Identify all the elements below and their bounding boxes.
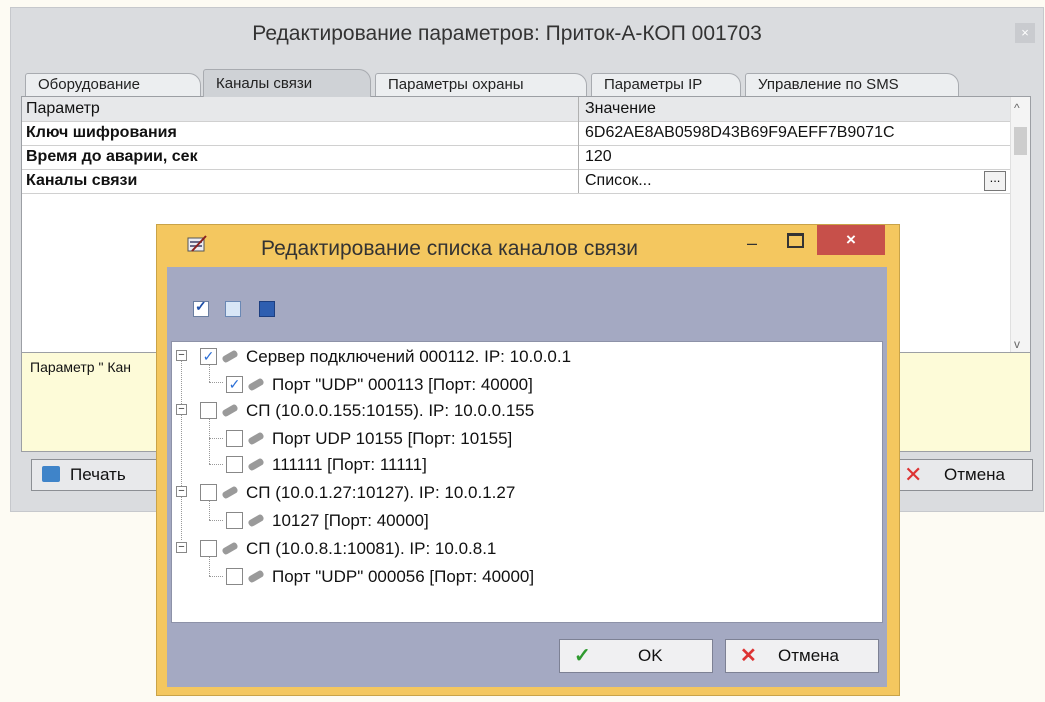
tree-node-port[interactable]: 111111 [Порт: 11111] (172, 452, 872, 478)
tree-node-label: Порт "UDP" 000056 [Порт: 40000] (272, 567, 535, 586)
channels-tree: − ✓ Сервер подключений 000112. IP: 10.0.… (171, 341, 883, 623)
grid-row-alarm-time[interactable]: Время до аварии, сек 120 (22, 145, 1012, 170)
node-checkbox[interactable]: ✓ (200, 348, 217, 365)
main-close-button[interactable]: × (1015, 23, 1035, 43)
tree-node-server[interactable]: − ✓ Сервер подключений 000112. IP: 10.0.… (172, 344, 872, 370)
minimize-icon[interactable]: – (747, 233, 757, 254)
grid-header-param: Параметр (26, 100, 100, 117)
tab-equipment[interactable]: Оборудование (25, 73, 201, 96)
node-checkbox[interactable] (226, 430, 243, 447)
grid-param-label: Каналы связи (26, 172, 138, 189)
tree-node-label: Сервер подключений 000112. IP: 10.0.0.1 (246, 347, 572, 366)
scroll-thumb[interactable] (1014, 127, 1027, 155)
node-checkbox[interactable] (226, 456, 243, 473)
description-text: Параметр " Кан (30, 359, 131, 375)
tab-sms-control[interactable]: Управление по SMS (745, 73, 959, 96)
collapse-icon[interactable]: − (176, 542, 187, 553)
tree-node-label: СП (10.0.0.155:10155). IP: 10.0.0.155 (246, 401, 535, 420)
dialog-cancel-label: Отмена (778, 646, 839, 665)
dialog-cancel-button[interactable]: ✕ Отмена (725, 639, 879, 673)
node-checkbox[interactable] (226, 568, 243, 585)
connection-icon (221, 541, 239, 556)
tab-security-params[interactable]: Параметры охраны (375, 73, 587, 96)
node-checkbox[interactable]: ✓ (226, 376, 243, 393)
grid-scrollbar[interactable]: ^ v (1010, 97, 1030, 355)
connection-icon (221, 403, 239, 418)
grid-value-text: Список... (585, 172, 652, 189)
main-titlebar: Редактирование параметров: Приток-А-КОП … (11, 8, 1043, 64)
maximize-icon[interactable] (787, 233, 804, 248)
channels-dialog: Редактирование списка каналов связи – × … (156, 224, 900, 696)
tree-node-server[interactable]: − СП (10.0.0.155:10155). IP: 10.0.0.155 (172, 398, 872, 424)
connection-icon (221, 349, 239, 364)
check-icon: ✓ (195, 298, 207, 314)
grid-header-value: Значение (578, 97, 1010, 121)
tab-ip-params[interactable]: Параметры IP (591, 73, 741, 96)
tree-view-icon[interactable] (225, 301, 241, 317)
grid-value[interactable]: Список... ... (578, 169, 1010, 193)
tree-node-label: Порт UDP 10155 [Порт: 10155] (272, 429, 513, 448)
list-view-icon[interactable] (259, 301, 275, 317)
grid-value[interactable]: 120 (578, 145, 1010, 169)
node-checkbox[interactable] (226, 512, 243, 529)
dialog-toolbar: ✓ (167, 267, 887, 339)
check-icon: ✓ (574, 645, 591, 667)
tree-node-label: Порт "UDP" 000113 [Порт: 40000] (272, 375, 533, 394)
node-checkbox[interactable] (200, 484, 217, 501)
scroll-down-icon[interactable]: v (1014, 337, 1020, 351)
dialog-body: ✓ − ✓ Сервер подключений 000112. IP: 10.… (167, 267, 887, 687)
collapse-icon[interactable]: − (176, 350, 187, 361)
connection-icon (247, 513, 265, 528)
tree-node-server[interactable]: − СП (10.0.1.27:10127). IP: 10.0.1.27 (172, 480, 872, 506)
ellipsis-button[interactable]: ... (984, 171, 1006, 191)
tree-node-port[interactable]: Порт "UDP" 000056 [Порт: 40000] (172, 564, 872, 590)
tree-node-label: 10127 [Порт: 40000] (272, 511, 429, 530)
connection-icon (247, 431, 265, 446)
main-window-title: Редактирование параметров: Приток-А-КОП … (252, 22, 762, 45)
grid-param-label: Время до аварии, сек (26, 148, 198, 165)
tab-channels[interactable]: Каналы связи (203, 69, 371, 97)
grid-value[interactable]: 6D62AE8AB0598D43B69F9AEFF7B9071C (578, 121, 1010, 145)
ok-button[interactable]: ✓ OK (559, 639, 713, 673)
grid-row-channels[interactable]: Каналы связи Список... ... (22, 169, 1012, 194)
connection-icon (247, 569, 265, 584)
connection-icon (247, 457, 265, 472)
tree-node-port[interactable]: Порт UDP 10155 [Порт: 10155] (172, 426, 872, 452)
collapse-icon[interactable]: − (176, 486, 187, 497)
connection-icon (221, 485, 239, 500)
grid-header: Параметр Значение (22, 97, 1012, 122)
select-all-icon[interactable]: ✓ (193, 298, 209, 317)
main-cancel-button[interactable]: ✕ Отмена (891, 459, 1033, 491)
scroll-up-icon[interactable]: ^ (1014, 101, 1020, 115)
dialog-close-button[interactable]: × (817, 225, 885, 255)
tree-node-label: 111111 [Порт: 11111] (272, 455, 427, 474)
tree-node-port[interactable]: ✓ Порт "UDP" 000113 [Порт: 40000] (172, 372, 872, 398)
cross-icon: ✕ (740, 645, 757, 667)
main-cancel-label: Отмена (944, 465, 1005, 484)
tab-bar: Оборудование Каналы связи Параметры охра… (25, 69, 1025, 97)
tree-node-port[interactable]: 10127 [Порт: 40000] (172, 508, 872, 534)
tree-node-server[interactable]: − СП (10.0.8.1:10081). IP: 10.0.8.1 (172, 536, 872, 562)
ok-button-label: OK (638, 646, 663, 665)
node-checkbox[interactable] (200, 540, 217, 557)
grid-row-encryption-key[interactable]: Ключ шифрования 6D62AE8AB0598D43B69F9AEF… (22, 121, 1012, 146)
grid-param-label: Ключ шифрования (26, 124, 177, 141)
dialog-title: Редактирование списка каналов связи (261, 237, 638, 260)
printer-icon (42, 466, 60, 482)
connection-icon (247, 377, 265, 392)
print-button-label: Печать (70, 465, 126, 484)
node-checkbox[interactable] (200, 402, 217, 419)
cross-icon: ✕ (904, 462, 923, 487)
tree-node-label: СП (10.0.8.1:10081). IP: 10.0.8.1 (246, 539, 497, 558)
collapse-icon[interactable]: − (176, 404, 187, 415)
tree-node-label: СП (10.0.1.27:10127). IP: 10.0.1.27 (246, 483, 516, 502)
edit-list-icon (187, 235, 207, 252)
